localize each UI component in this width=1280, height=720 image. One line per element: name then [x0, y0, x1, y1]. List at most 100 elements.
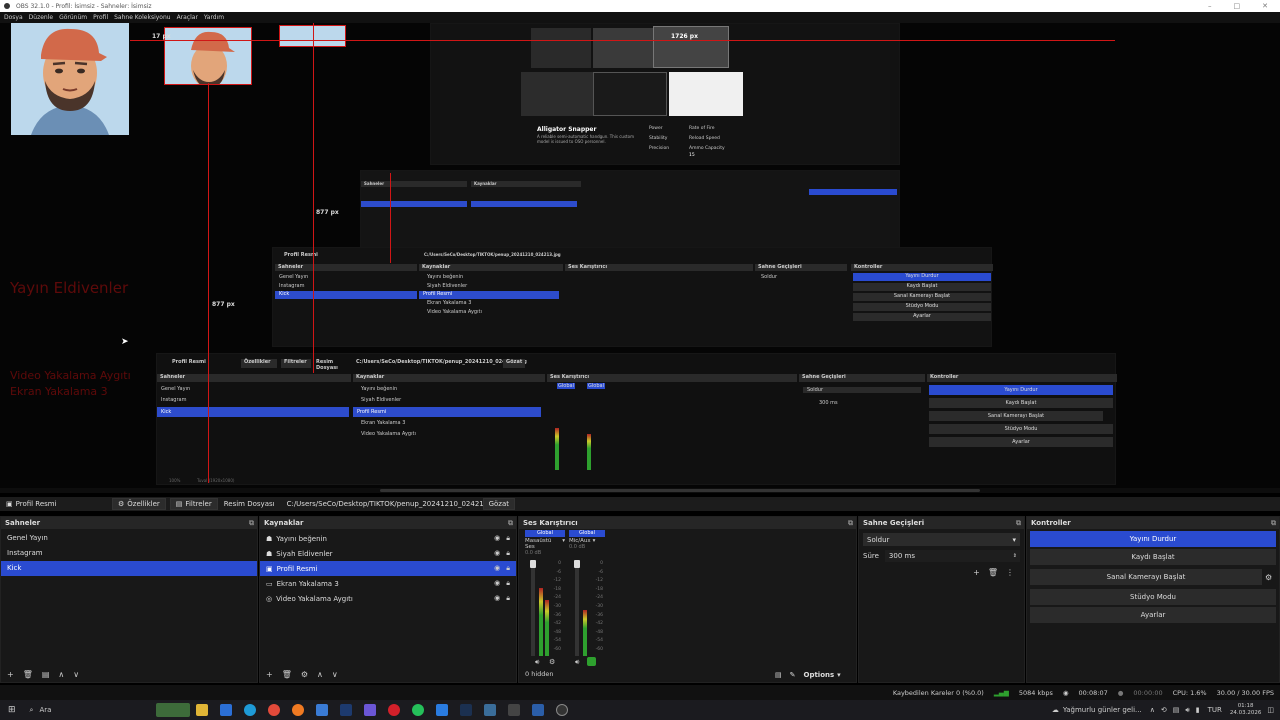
add-icon[interactable]: + [973, 568, 980, 577]
pin-icon[interactable]: ✎ [790, 671, 796, 679]
menu-view[interactable]: Görünüm [59, 14, 87, 21]
scene-item[interactable]: Kick [1, 561, 257, 576]
channel-name[interactable]: Masaüstü Ses ▾ [525, 538, 565, 550]
gear-icon[interactable]: ⚙ [1265, 573, 1279, 582]
move-down-icon[interactable]: ∨ [332, 670, 338, 679]
photoshop-icon[interactable] [339, 704, 352, 716]
lock-icon[interactable]: 🔒︎ [506, 579, 510, 588]
layout-icon[interactable]: ▤ [775, 671, 782, 679]
options-button[interactable]: Options ▾ [804, 671, 841, 679]
stop-streaming-button[interactable]: Yayını Durdur [1030, 531, 1276, 547]
scene-item[interactable]: Instagram [1, 546, 257, 561]
more-icon[interactable]: ⋮ [1006, 568, 1014, 577]
obs-taskbar-icon[interactable] [555, 704, 568, 716]
minimize-icon[interactable]: – [1208, 2, 1212, 10]
volume-icon[interactable]: 🔊︎ [1185, 706, 1189, 715]
move-up-icon[interactable]: ∧ [317, 670, 323, 679]
lock-icon[interactable]: 🔒︎ [506, 594, 510, 603]
copilot-icon[interactable] [363, 704, 376, 716]
close-icon[interactable]: ✕ [1262, 2, 1268, 10]
browse-button[interactable]: Gözat [482, 498, 515, 510]
duration-input[interactable]: 300 ms ⇕ [884, 550, 1020, 562]
properties-button[interactable]: ⚙ Özellikler [112, 498, 166, 510]
filters-button[interactable]: ▤ Filtreler [169, 498, 218, 510]
start-recording-button[interactable]: Kaydı Başlat [1030, 549, 1276, 565]
eye-icon[interactable]: ◉ [494, 594, 500, 603]
maximize-icon[interactable]: □ [1234, 2, 1241, 10]
capcut-icon[interactable] [507, 704, 520, 716]
eye-icon[interactable]: ◉ [494, 534, 500, 543]
eye-icon[interactable]: ◉ [494, 579, 500, 588]
language-indicator[interactable]: TUR [1208, 706, 1222, 714]
steam-icon[interactable] [459, 704, 472, 716]
menu-profile[interactable]: Profil [93, 14, 108, 21]
notification-icon[interactable]: ◫ [1267, 706, 1274, 714]
start-virtual-camera-button[interactable]: Sanal Kamerayı Başlat [1030, 569, 1262, 585]
network-icon[interactable]: ▤ [1173, 706, 1180, 714]
source-item[interactable]: ◎ Video Yakalama Aygıtı ◉ 🔒︎ [260, 591, 516, 606]
undock-icon[interactable]: ⧉ [1271, 519, 1279, 528]
lock-icon[interactable]: 🔒︎ [506, 549, 510, 558]
trash-icon[interactable]: 🗑 [988, 568, 998, 577]
battery-icon[interactable]: ▮ [1196, 706, 1200, 714]
move-up-icon[interactable]: ∧ [58, 670, 64, 679]
add-icon[interactable]: + [7, 670, 14, 679]
preview-canvas[interactable]: Yayın Eldivenler Video Yakalama Aygıtı E… [0, 23, 1280, 488]
tool-icon[interactable] [483, 704, 496, 716]
undock-icon[interactable]: ⧉ [508, 519, 516, 528]
eye-icon[interactable]: ◉ [494, 564, 500, 573]
scene-item[interactable]: Genel Yayın [1, 531, 257, 546]
menu-file[interactable]: Dosya [4, 14, 23, 21]
trash-icon[interactable]: 🗑 [23, 670, 33, 679]
undock-icon[interactable]: ⧉ [1016, 519, 1024, 528]
monitor-toggle-icon[interactable] [587, 657, 596, 666]
calendar-icon[interactable] [219, 704, 232, 716]
menu-tools[interactable]: Araçlar [177, 14, 198, 21]
store-icon[interactable] [315, 704, 328, 716]
weather-widget[interactable]: ☁ Yağmurlu günler geli... [1052, 706, 1142, 714]
app-icon[interactable] [435, 704, 448, 716]
eye-icon[interactable]: ◉ [494, 549, 500, 558]
filter-icon[interactable]: ▤ [42, 670, 50, 679]
gear-icon[interactable]: ⚙ [549, 658, 555, 666]
spinner-icon[interactable]: ⇕ [1013, 553, 1020, 559]
transitions-dock: Sahne Geçişleri ⧉ Soldur ▾ Süre 300 ms ⇕… [858, 516, 1025, 683]
volume-slider[interactable] [530, 560, 536, 568]
transition-select[interactable]: Soldur ▾ [863, 533, 1020, 546]
windows-start-icon[interactable]: ⊞ [8, 705, 16, 715]
undock-icon[interactable]: ⧉ [249, 519, 257, 528]
hidden-count[interactable]: 0 hidden [525, 670, 554, 678]
trash-icon[interactable]: 🗑 [282, 670, 292, 679]
whatsapp-icon[interactable] [411, 704, 424, 716]
file-explorer-icon[interactable] [195, 704, 208, 716]
settings-button[interactable]: Ayarlar [1030, 607, 1276, 623]
studio-mode-button[interactable]: Stüdyo Modu [1030, 589, 1276, 605]
add-icon[interactable]: + [266, 670, 273, 679]
app-icon[interactable] [531, 704, 544, 716]
tray-icon[interactable]: ⟲ [1161, 706, 1167, 714]
image-path-field[interactable]: C:/Users/SeCo/Desktop/TIKTOK/penup_20241… [281, 497, 502, 511]
chrome-icon[interactable] [267, 704, 280, 716]
menu-scene-collection[interactable]: Sahne Koleksiyonu [114, 14, 170, 21]
lock-icon[interactable]: 🔒︎ [506, 564, 510, 573]
taskbar-search[interactable]: ⌕ Ara [26, 703, 156, 717]
undock-icon[interactable]: ⧉ [848, 519, 856, 528]
source-item[interactable]: ☗ Yayını beğenin ◉ 🔒︎ [260, 531, 516, 546]
opera-icon[interactable] [387, 704, 400, 716]
source-item[interactable]: ▣ Profil Resmi ◉ 🔒︎ [260, 561, 516, 576]
preview-scrollbar[interactable] [0, 488, 1280, 493]
edge-icon[interactable] [243, 704, 256, 716]
mini-source: Yayını beğenin [361, 386, 398, 392]
move-down-icon[interactable]: ∨ [73, 670, 79, 679]
gear-icon[interactable]: ⚙ [301, 670, 308, 679]
firefox-icon[interactable] [291, 704, 304, 716]
lock-icon[interactable]: 🔒︎ [506, 534, 510, 543]
volume-slider[interactable] [574, 560, 580, 568]
scenes-dock: Sahneler ⧉ Genel Yayın Instagram Kick + … [0, 516, 258, 683]
source-item[interactable]: ☗ Siyah Eldivenler ◉ 🔒︎ [260, 546, 516, 561]
menu-edit[interactable]: Düzenle [29, 14, 53, 21]
clock[interactable]: 01:18 24.03.2026 [1230, 703, 1268, 717]
menu-help[interactable]: Yardım [204, 14, 224, 21]
chevron-up-icon[interactable]: ∧ [1150, 706, 1155, 714]
source-item[interactable]: ▭ Ekran Yakalama 3 ◉ 🔒︎ [260, 576, 516, 591]
